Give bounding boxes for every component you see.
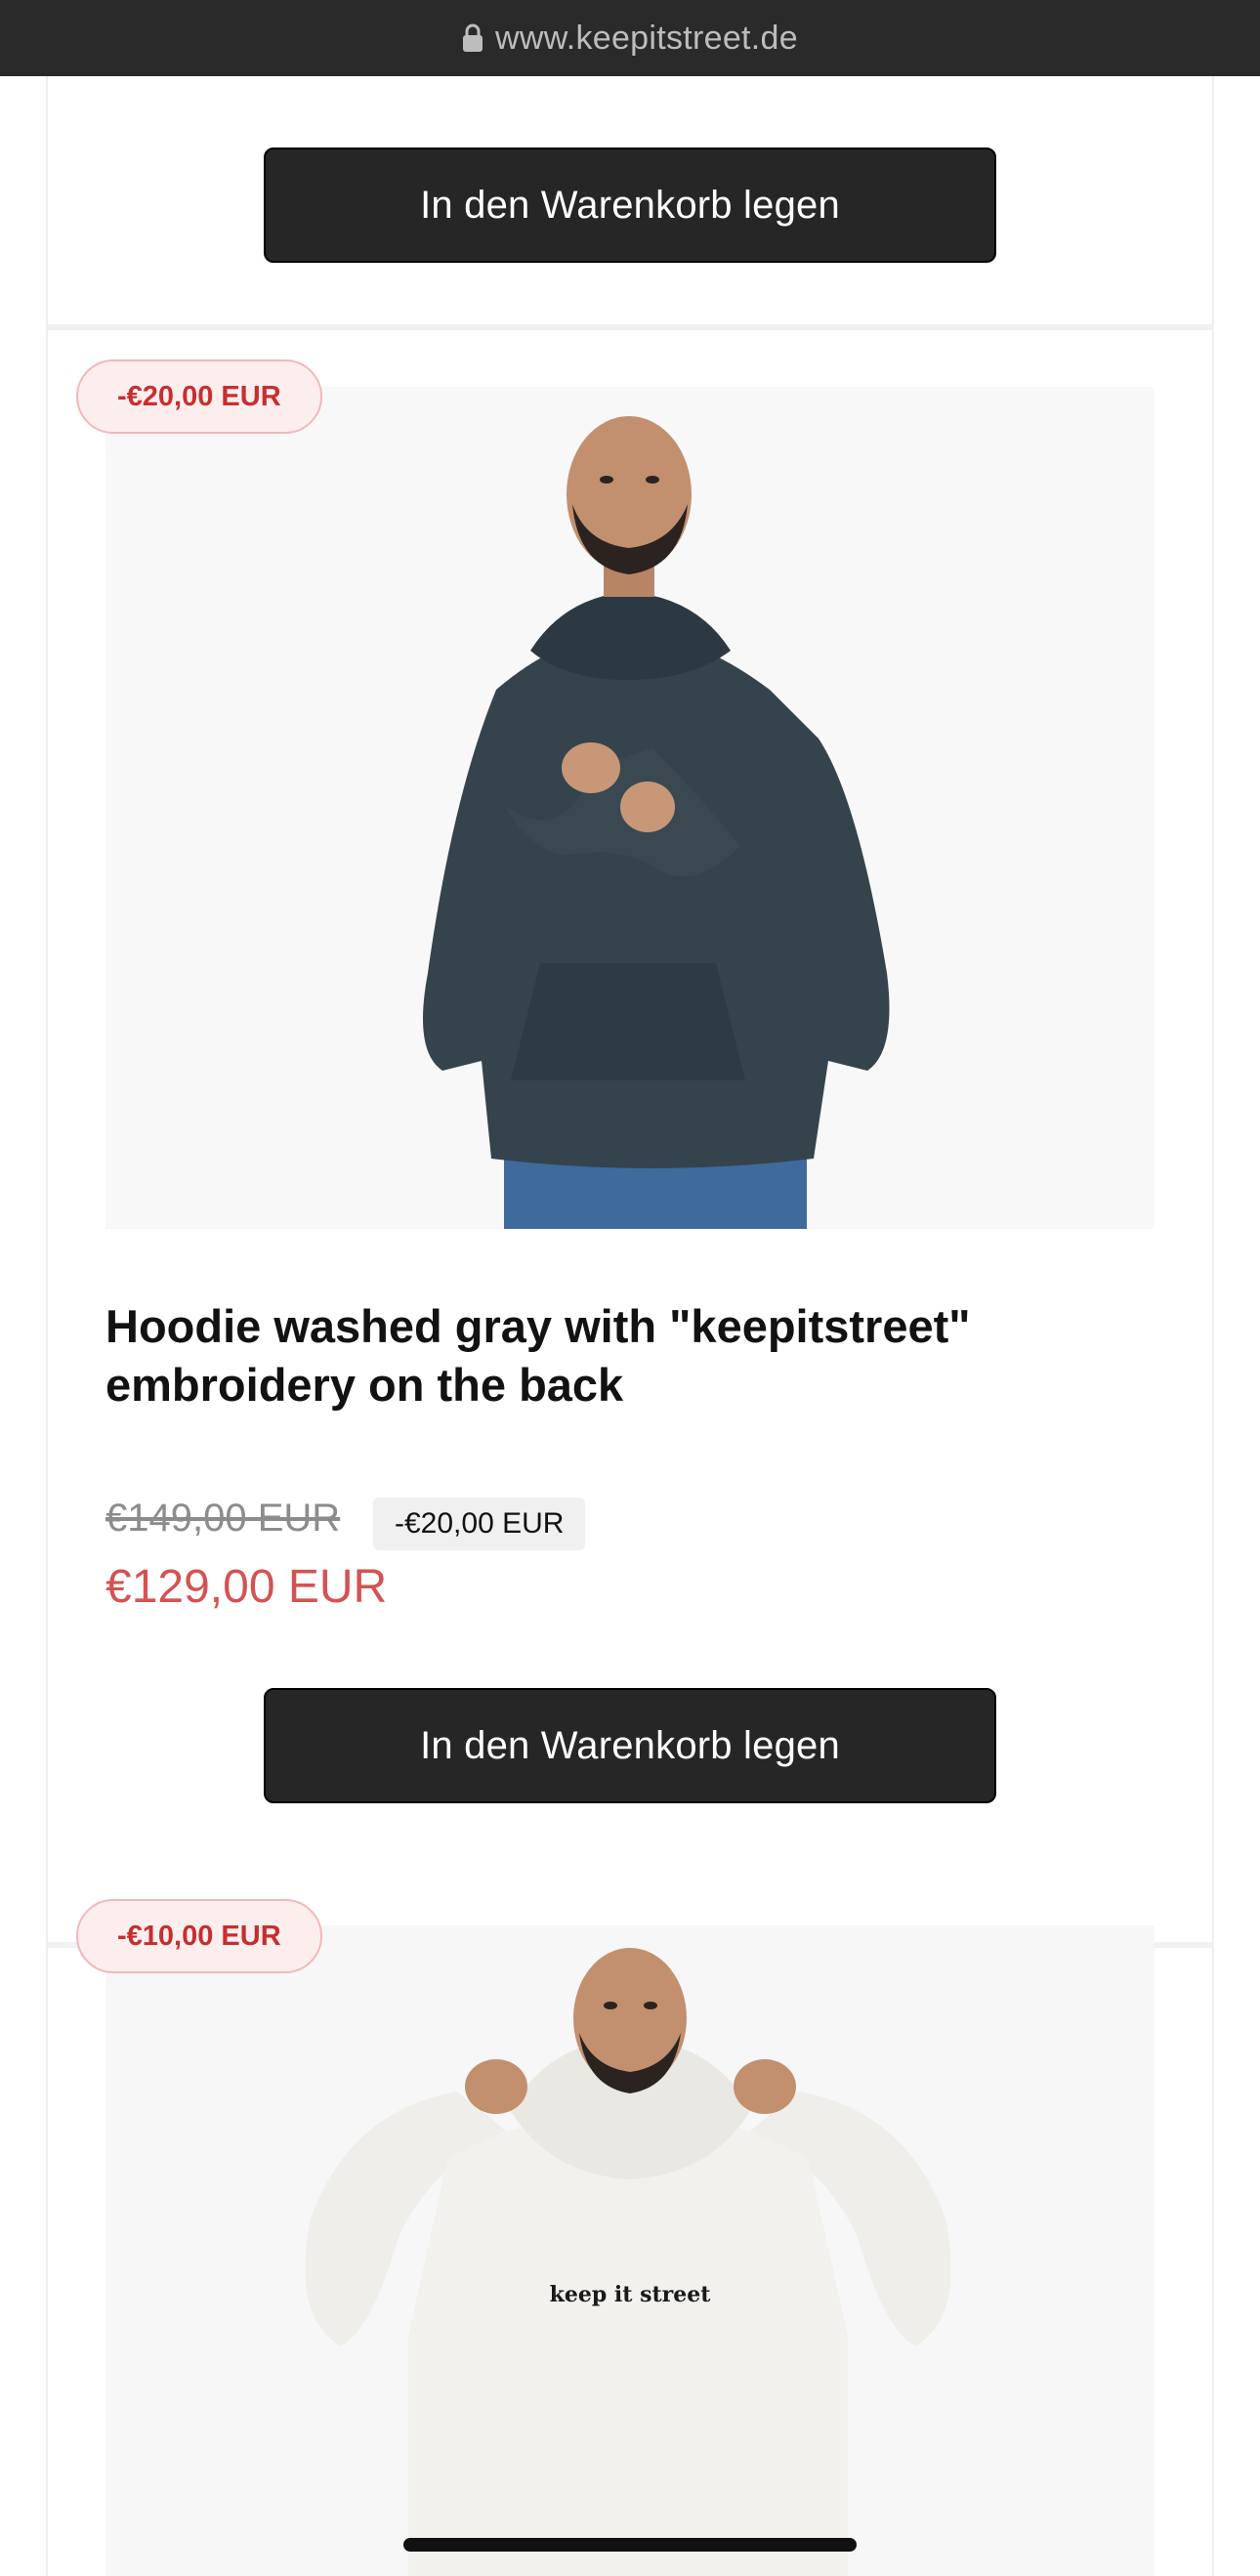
hoodie-print-text: keep it street (550, 2282, 712, 2307)
discount-tag: -€20,00 EUR (373, 1498, 586, 1550)
home-indicator[interactable] (403, 2538, 857, 2552)
browser-url-bar[interactable]: www.keepitstreet.de (0, 0, 1260, 76)
add-to-cart-button-2[interactable]: In den Warenkorb legen (264, 1688, 996, 1803)
product-title-line-2[interactable]: embroidery on the back (105, 1356, 1082, 1415)
add-to-cart-button-1[interactable]: In den Warenkorb legen (264, 148, 996, 263)
discount-badge-3: -€10,00 EUR (76, 1899, 322, 1973)
old-price: €149,00 EUR (105, 1497, 341, 1540)
product-image-hoodie-white[interactable]: keep it street (105, 1925, 1155, 2576)
product-title[interactable]: Hoodie washed gray with "keepitstreet" e… (105, 1297, 1082, 1415)
product-image-hoodie-gray[interactable] (105, 387, 1155, 1229)
discount-badge-2: -€20,00 EUR (76, 359, 322, 434)
product-list-page: In den Warenkorb legen -€20,00 EUR Hoodi… (0, 76, 1260, 2576)
sale-price: €129,00 EUR (105, 1561, 388, 1613)
url-text[interactable]: www.keepitstreet.de (495, 20, 798, 58)
product-title-line-1[interactable]: Hoodie washed gray with "keepitstreet" (105, 1297, 1082, 1356)
url-container[interactable]: www.keepitstreet.de (462, 20, 798, 58)
lock-icon (462, 23, 483, 53)
